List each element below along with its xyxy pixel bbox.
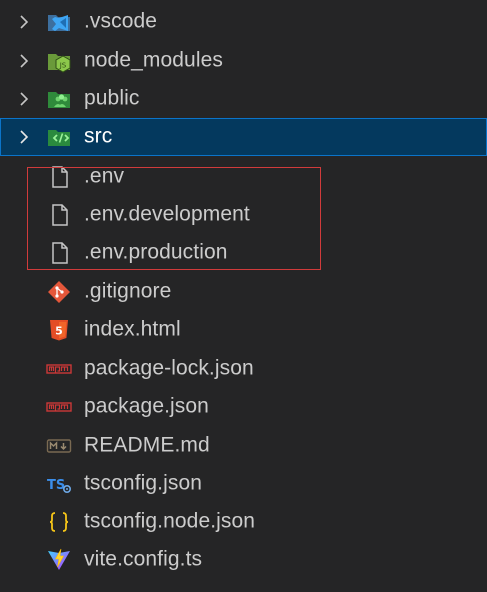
tree-item-env-development[interactable]: .env.development <box>0 196 487 234</box>
tree-item-public[interactable]: public <box>0 80 487 118</box>
vscode-folder-icon <box>46 9 72 35</box>
tree-item-label: .env.production <box>84 240 228 264</box>
markdown-icon <box>46 433 72 459</box>
tree-item-env[interactable]: .env <box>0 158 487 196</box>
tree-item-label: README.md <box>84 433 210 457</box>
svg-text:TS: TS <box>47 478 65 493</box>
tree-item-package-json[interactable]: package.json <box>0 388 487 426</box>
tree-item-label: vite.config.ts <box>84 547 203 571</box>
npm-icon <box>46 394 72 420</box>
tree-item-label: .env.development <box>84 202 250 226</box>
html5-icon: 5 <box>46 317 72 343</box>
git-icon <box>46 279 72 305</box>
tree-item-label: package-lock.json <box>84 356 254 380</box>
tree-item-node-modules[interactable]: JS node_modules <box>0 42 487 80</box>
public-folder-icon <box>46 86 72 112</box>
tree-item-label: .gitignore <box>84 279 172 303</box>
tree-item-src[interactable]: src <box>0 118 487 156</box>
tree-item-package-lock-json[interactable]: package-lock.json <box>0 350 487 388</box>
tree-item-label: tsconfig.json <box>84 471 203 495</box>
file-icon <box>46 240 72 266</box>
npm-icon <box>46 356 72 382</box>
tree-item-tsconfig-node-json[interactable]: tsconfig.node.json <box>0 503 487 541</box>
tree-item-label: public <box>84 86 140 110</box>
tree-item-vscode[interactable]: .vscode <box>0 3 487 41</box>
chevron-right-icon[interactable] <box>17 90 31 108</box>
file-icon <box>46 202 72 228</box>
tree-item-vite-config-ts[interactable]: vite.config.ts <box>0 541 487 579</box>
tree-item-readme-md[interactable]: README.md <box>0 427 487 465</box>
src-folder-icon <box>46 124 72 150</box>
tree-item-label: .env <box>84 164 125 188</box>
file-explorer: .vscode JS node_modules public src .env … <box>0 0 487 592</box>
tree-item-label: tsconfig.node.json <box>84 509 256 533</box>
vite-icon <box>46 547 72 573</box>
node-modules-folder-icon: JS <box>46 48 72 74</box>
svg-text:JS: JS <box>59 62 67 70</box>
tree-item-label: node_modules <box>84 48 223 72</box>
svg-text:5: 5 <box>55 325 63 338</box>
tree-item-label: index.html <box>84 317 181 341</box>
file-icon <box>46 164 72 190</box>
tree-item-env-production[interactable]: .env.production <box>0 234 487 272</box>
tree-item-label: .vscode <box>84 9 158 33</box>
tree-item-label: src <box>84 124 113 148</box>
tree-item-label: package.json <box>84 394 209 418</box>
chevron-right-icon[interactable] <box>17 128 31 146</box>
tsconfig-icon: TS <box>46 471 72 497</box>
chevron-right-icon[interactable] <box>17 13 31 31</box>
tree-item-gitignore[interactable]: .gitignore <box>0 273 487 311</box>
tree-item-tsconfig-json[interactable]: TS tsconfig.json <box>0 465 487 503</box>
json-braces-icon <box>46 509 72 535</box>
chevron-right-icon[interactable] <box>17 52 31 70</box>
tree-item-index-html[interactable]: 5 index.html <box>0 311 487 349</box>
